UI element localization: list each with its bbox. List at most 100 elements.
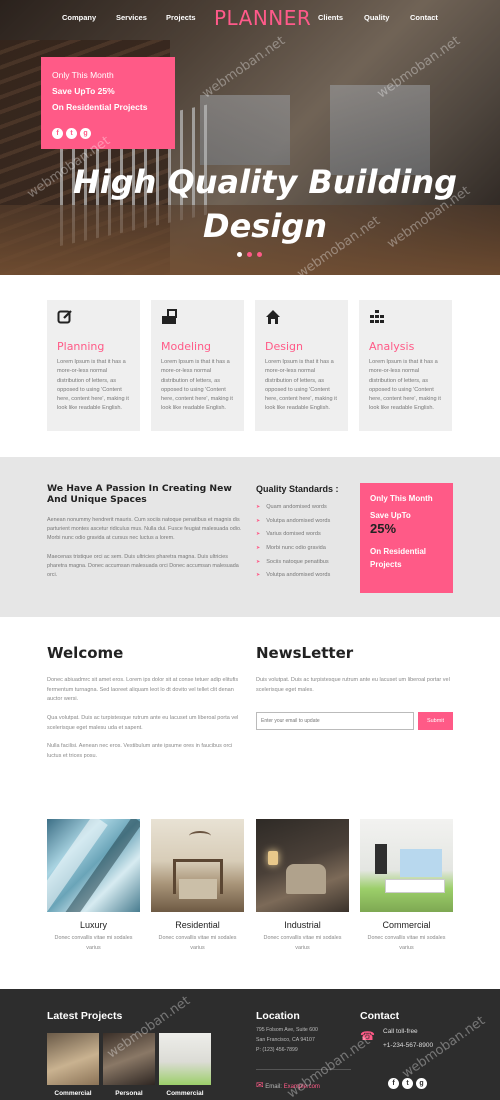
- feature-card-design[interactable]: Design Lorem Ipsum is that it has a more…: [255, 300, 348, 431]
- quality-standards-title: Quality Standards :: [256, 484, 339, 494]
- footer-social-links: f t g: [388, 1078, 427, 1089]
- list-item: Morbi nunc odio gravida: [256, 542, 330, 556]
- quality-standards-list: Quam andomised words Volutpa andomised w…: [256, 501, 330, 583]
- facebook-icon[interactable]: f: [388, 1078, 399, 1089]
- address-line: 795 Folsom Ave, Suite 600: [256, 1027, 318, 1033]
- feature-card-planning[interactable]: Planning Lorem Ipsum is that it has a mo…: [47, 300, 140, 431]
- facebook-icon[interactable]: f: [52, 128, 63, 139]
- address-line: San Francisco, CA 94107: [256, 1037, 315, 1043]
- twitter-icon[interactable]: t: [402, 1078, 413, 1089]
- google-plus-icon[interactable]: g: [80, 128, 91, 139]
- passion-paragraph: Maecenas tristique orci ac sem. Duis ult…: [47, 554, 239, 579]
- gallery-item-industrial[interactable]: Industrial Donec convallis vitae mi soda…: [256, 819, 349, 954]
- phone-icon: ☎: [360, 1029, 375, 1043]
- feature-title: Planning: [57, 340, 105, 353]
- slider-dots: [237, 252, 262, 257]
- gallery-text: Donec convallis vitae mi sodales varius: [158, 935, 237, 951]
- feature-text: Lorem Ipsum is that it has a more-or-les…: [57, 359, 129, 412]
- commercial-image: [360, 819, 453, 912]
- features-row: Planning Lorem Ipsum is that it has a mo…: [47, 300, 453, 431]
- submit-button[interactable]: Submit: [418, 712, 453, 730]
- luxury-image: [47, 819, 140, 912]
- phone-number[interactable]: +1-234-567-8900: [383, 1039, 433, 1053]
- offer-line: On Residential Projects: [370, 547, 427, 569]
- welcome-paragraph: Qua volutpat. Duis ac turpistesque rutru…: [47, 715, 239, 731]
- promo-line: Only This Month: [52, 70, 114, 80]
- project-thumb[interactable]: [159, 1033, 211, 1085]
- nav-services[interactable]: Services: [116, 13, 147, 22]
- site-logo[interactable]: PLANNER: [214, 6, 311, 30]
- nav-company[interactable]: Company: [62, 13, 96, 22]
- residential-image: [151, 819, 244, 912]
- address-line: P: (123) 456-7899: [256, 1047, 298, 1053]
- feature-card-modeling[interactable]: Modeling Lorem Ipsum is that it has a mo…: [151, 300, 244, 431]
- google-plus-icon[interactable]: g: [416, 1078, 427, 1089]
- social-links: f t g: [52, 128, 91, 139]
- gallery-text: Donec convallis vitae mi sodales varius: [54, 935, 133, 951]
- slider-dot[interactable]: [257, 252, 262, 257]
- latest-projects-title: Latest Projects: [47, 1010, 123, 1022]
- list-item: Quam andomised words: [256, 501, 330, 515]
- gallery-title: Luxury: [79, 920, 107, 930]
- gallery-item-commercial[interactable]: Commercial Donec convallis vitae mi soda…: [360, 819, 453, 954]
- gallery-title: Residential: [175, 920, 220, 930]
- welcome-paragraph: Donec abiuadmrc sit amet eros. Lorem ips…: [47, 677, 239, 703]
- welcome-title: Welcome: [47, 644, 124, 662]
- call-block: Call toll-free +1-234-567-8900: [383, 1025, 433, 1053]
- project-label: Commercial: [54, 1090, 92, 1097]
- gallery-text: Donec convallis vitae mi sodales varius: [263, 935, 342, 951]
- call-label: Call toll-free: [383, 1028, 418, 1035]
- contact-title: Contact: [360, 1010, 400, 1022]
- promo-line: On Residential Projects: [52, 102, 148, 112]
- list-item: Varius domised words: [256, 528, 330, 542]
- promo-box: Only This Month Save UpTo 25% On Residen…: [41, 57, 175, 149]
- project-thumb[interactable]: [103, 1033, 155, 1085]
- nav-projects[interactable]: Projects: [166, 13, 196, 22]
- promo-line: Save UpTo 25%: [52, 86, 115, 96]
- hero-title: High Quality Building Design: [60, 160, 470, 248]
- nav-clients[interactable]: Clients: [318, 13, 343, 22]
- hero-title-line: High Quality Building: [72, 163, 458, 201]
- passion-section: We Have A Passion In Creating New And Un…: [0, 457, 500, 617]
- passion-title: We Have A Passion In Creating New And Un…: [47, 483, 232, 505]
- email-line: ✉ Email: Example.com: [256, 1080, 320, 1091]
- feature-title: Design: [265, 340, 303, 353]
- divider: [256, 1069, 351, 1070]
- project-label: Personal: [115, 1090, 143, 1097]
- passion-paragraph: Aenean nonummy hendrerit mauris. Cum soc…: [47, 517, 242, 542]
- gallery-title: Industrial: [284, 920, 321, 930]
- slider-dot[interactable]: [237, 252, 242, 257]
- hero-title-line: Design: [203, 207, 327, 245]
- feature-card-analysis[interactable]: Analysis Lorem Ipsum is that it has a mo…: [359, 300, 452, 431]
- nav-quality[interactable]: Quality: [364, 13, 389, 22]
- offer-line: Only This Month: [370, 494, 433, 503]
- gallery-item-residential[interactable]: Residential Donec convallis vitae mi sod…: [151, 819, 244, 954]
- newsletter-text: Duis volutpat. Duis ac turpistesque rutr…: [256, 677, 450, 693]
- edit-icon: [57, 310, 72, 324]
- nav-contact[interactable]: Contact: [410, 13, 438, 22]
- offer-line: Save UpTo: [370, 511, 411, 520]
- twitter-icon[interactable]: t: [66, 128, 77, 139]
- footer: Latest Projects Commercial Personal Comm…: [0, 989, 500, 1100]
- gallery-title: Commercial: [382, 920, 431, 930]
- slider-dot[interactable]: [247, 252, 252, 257]
- welcome-paragraph: Nulla facilisi. Aenean nec eros. Vestibu…: [47, 743, 233, 759]
- feature-title: Modeling: [161, 340, 212, 353]
- email-link[interactable]: Example.com: [284, 1084, 320, 1090]
- top-nav: Company Services Projects PLANNER Client…: [0, 0, 500, 38]
- feature-text: Lorem Ipsum is that it has a more-or-les…: [161, 359, 233, 412]
- bars-icon: [370, 310, 384, 323]
- hero-banner: Company Services Projects PLANNER Client…: [0, 0, 500, 275]
- home-icon: [266, 310, 280, 324]
- newsletter-title: NewsLetter: [256, 644, 354, 662]
- gallery-item-luxury[interactable]: Luxury Donec convallis vitae mi sodales …: [47, 819, 140, 954]
- feature-title: Analysis: [369, 340, 415, 353]
- project-thumb[interactable]: [47, 1033, 99, 1085]
- email-input[interactable]: [256, 712, 414, 730]
- blueprint-icon: [162, 309, 177, 324]
- offer-box[interactable]: Only This Month Save UpTo 25% On Residen…: [360, 483, 453, 593]
- email-label: Email:: [265, 1084, 282, 1090]
- list-item: Volutpa andomised words: [256, 515, 330, 529]
- address-block: 795 Folsom Ave, Suite 600 San Francisco,…: [256, 1025, 318, 1055]
- feature-text: Lorem Ipsum is that it has a more-or-les…: [265, 359, 337, 412]
